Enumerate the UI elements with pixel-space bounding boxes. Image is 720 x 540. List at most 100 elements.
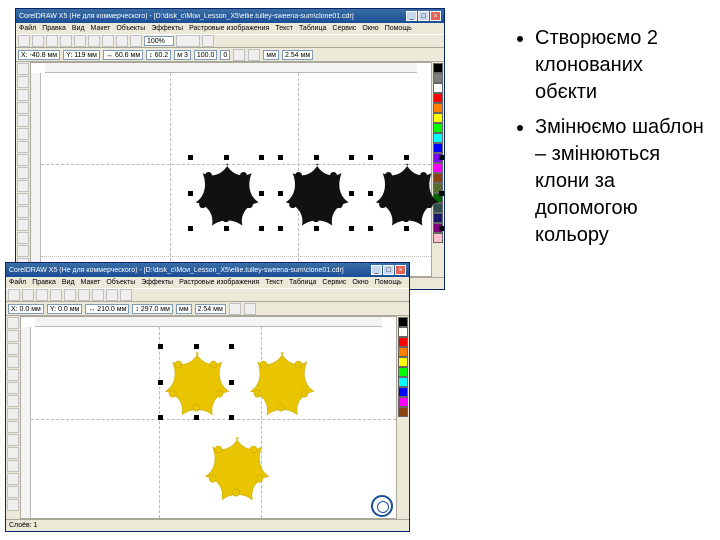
zoom-tool-icon[interactable]	[7, 356, 19, 368]
pos-x-field[interactable]: X: 0.0 мм	[8, 304, 44, 314]
zoom-tool-icon[interactable]	[17, 102, 29, 114]
smartfill-tool-icon[interactable]	[17, 128, 29, 140]
interactive-tool-icon[interactable]	[17, 206, 29, 218]
smartfill-tool-icon[interactable]	[7, 382, 19, 394]
menu-tools[interactable]: Сервис	[332, 25, 356, 32]
swatch[interactable]	[433, 83, 443, 93]
close-button[interactable]: ×	[430, 11, 441, 21]
eyedropper-tool-icon[interactable]	[17, 219, 29, 231]
crop-tool-icon[interactable]	[7, 343, 19, 355]
clone-object[interactable]	[281, 158, 351, 228]
freehand-tool-icon[interactable]	[17, 115, 29, 127]
swatch[interactable]	[433, 73, 443, 83]
menu-bitmaps[interactable]: Растровые изображения	[189, 25, 269, 32]
swatch[interactable]	[398, 397, 408, 407]
menu-help[interactable]: Помощь	[375, 279, 402, 286]
new-icon[interactable]	[18, 35, 30, 47]
height-field[interactable]: ↕ 60.2	[146, 50, 171, 60]
pos-x-field[interactable]: X: -40.8 мм	[18, 50, 60, 60]
crop-tool-icon[interactable]	[17, 89, 29, 101]
text-tool-icon[interactable]	[7, 434, 19, 446]
open-icon[interactable]	[32, 35, 44, 47]
minimize-button[interactable]: _	[406, 11, 417, 21]
outline-tool-icon[interactable]	[17, 232, 29, 244]
swatch[interactable]	[398, 357, 408, 367]
redo-icon[interactable]	[130, 35, 142, 47]
pick-tool-icon[interactable]	[7, 317, 19, 329]
clone-object[interactable]	[246, 347, 316, 417]
eyedropper-tool-icon[interactable]	[7, 473, 19, 485]
cut-icon[interactable]	[64, 289, 76, 301]
nudge-field[interactable]: 2.54 мм	[282, 50, 313, 60]
swatch[interactable]	[398, 367, 408, 377]
canvas-area[interactable]	[30, 62, 432, 277]
pos-y-field[interactable]: Y: 0.0 мм	[47, 304, 82, 314]
scale-y-field[interactable]: 100.0	[194, 50, 218, 60]
menu-layout[interactable]: Макет	[81, 279, 101, 286]
open-icon[interactable]	[22, 289, 34, 301]
width-field[interactable]: ↔ 60.6 мм	[103, 50, 143, 60]
scale-x-field[interactable]: м 3	[174, 50, 191, 60]
menu-effects[interactable]: Эффекты	[151, 25, 183, 32]
menu-edit[interactable]: Правка	[32, 279, 56, 286]
copy-icon[interactable]	[78, 289, 90, 301]
swatch[interactable]	[433, 143, 443, 153]
swatch[interactable]	[433, 103, 443, 113]
menu-objects[interactable]: Объекты	[106, 279, 135, 286]
swatch[interactable]	[398, 377, 408, 387]
mirror-v-icon[interactable]	[248, 49, 260, 61]
new-icon[interactable]	[8, 289, 20, 301]
swatch[interactable]	[398, 387, 408, 397]
shape-tool-icon[interactable]	[7, 330, 19, 342]
menu-text[interactable]: Текст	[265, 279, 283, 286]
clone-object[interactable]	[161, 347, 231, 417]
pos-y-field[interactable]: Y: 119 мм	[63, 50, 100, 60]
pick-tool-icon[interactable]	[17, 63, 29, 75]
menu-layout[interactable]: Макет	[91, 25, 111, 32]
interactive-tool-icon[interactable]	[7, 460, 19, 472]
menu-bitmaps[interactable]: Растровые изображения	[179, 279, 259, 286]
copy-icon[interactable]	[88, 35, 100, 47]
swatch[interactable]	[398, 317, 408, 327]
ellipse-tool-icon[interactable]	[17, 154, 29, 166]
menu-window[interactable]: Окно	[362, 25, 378, 32]
rectangle-tool-icon[interactable]	[17, 141, 29, 153]
swatch[interactable]	[433, 133, 443, 143]
save-icon[interactable]	[36, 289, 48, 301]
canvas-area[interactable]	[20, 316, 397, 519]
paste-icon[interactable]	[92, 289, 104, 301]
menu-table[interactable]: Таблица	[299, 25, 326, 32]
table-tool-icon[interactable]	[17, 193, 29, 205]
cut-icon[interactable]	[74, 35, 86, 47]
titlebar[interactable]: CorelDRAW X5 (Не для коммерческого) - [D…	[6, 263, 409, 277]
canvas[interactable]	[41, 73, 431, 276]
zoom-field[interactable]: 100%	[144, 36, 174, 46]
minimize-button[interactable]: _	[371, 265, 382, 275]
swatch[interactable]	[433, 233, 443, 243]
close-button[interactable]: ×	[395, 265, 406, 275]
text-tool-icon[interactable]	[17, 180, 29, 192]
units-field[interactable]: мм	[176, 304, 192, 314]
menu-edit[interactable]: Правка	[42, 25, 66, 32]
portrait-icon[interactable]	[229, 303, 241, 315]
mirror-h-icon[interactable]	[233, 49, 245, 61]
fill-tool-icon[interactable]	[7, 499, 19, 511]
maximize-button[interactable]: □	[383, 265, 394, 275]
options-icon[interactable]	[202, 35, 214, 47]
shape-tool-icon[interactable]	[17, 76, 29, 88]
polygon-tool-icon[interactable]	[7, 421, 19, 433]
maximize-button[interactable]: □	[418, 11, 429, 21]
ellipse-tool-icon[interactable]	[7, 408, 19, 420]
rectangle-tool-icon[interactable]	[7, 395, 19, 407]
outline-tool-icon[interactable]	[7, 486, 19, 498]
landscape-icon[interactable]	[244, 303, 256, 315]
swatch[interactable]	[398, 327, 408, 337]
clone-object[interactable]	[371, 158, 441, 228]
fill-tool-icon[interactable]	[17, 245, 29, 257]
paste-icon[interactable]	[102, 35, 114, 47]
swatch[interactable]	[433, 113, 443, 123]
nudge-field[interactable]: 2.54 мм	[195, 304, 226, 314]
menu-text[interactable]: Текст	[275, 25, 293, 32]
units-field[interactable]: мм	[263, 50, 279, 60]
print-icon[interactable]	[60, 35, 72, 47]
